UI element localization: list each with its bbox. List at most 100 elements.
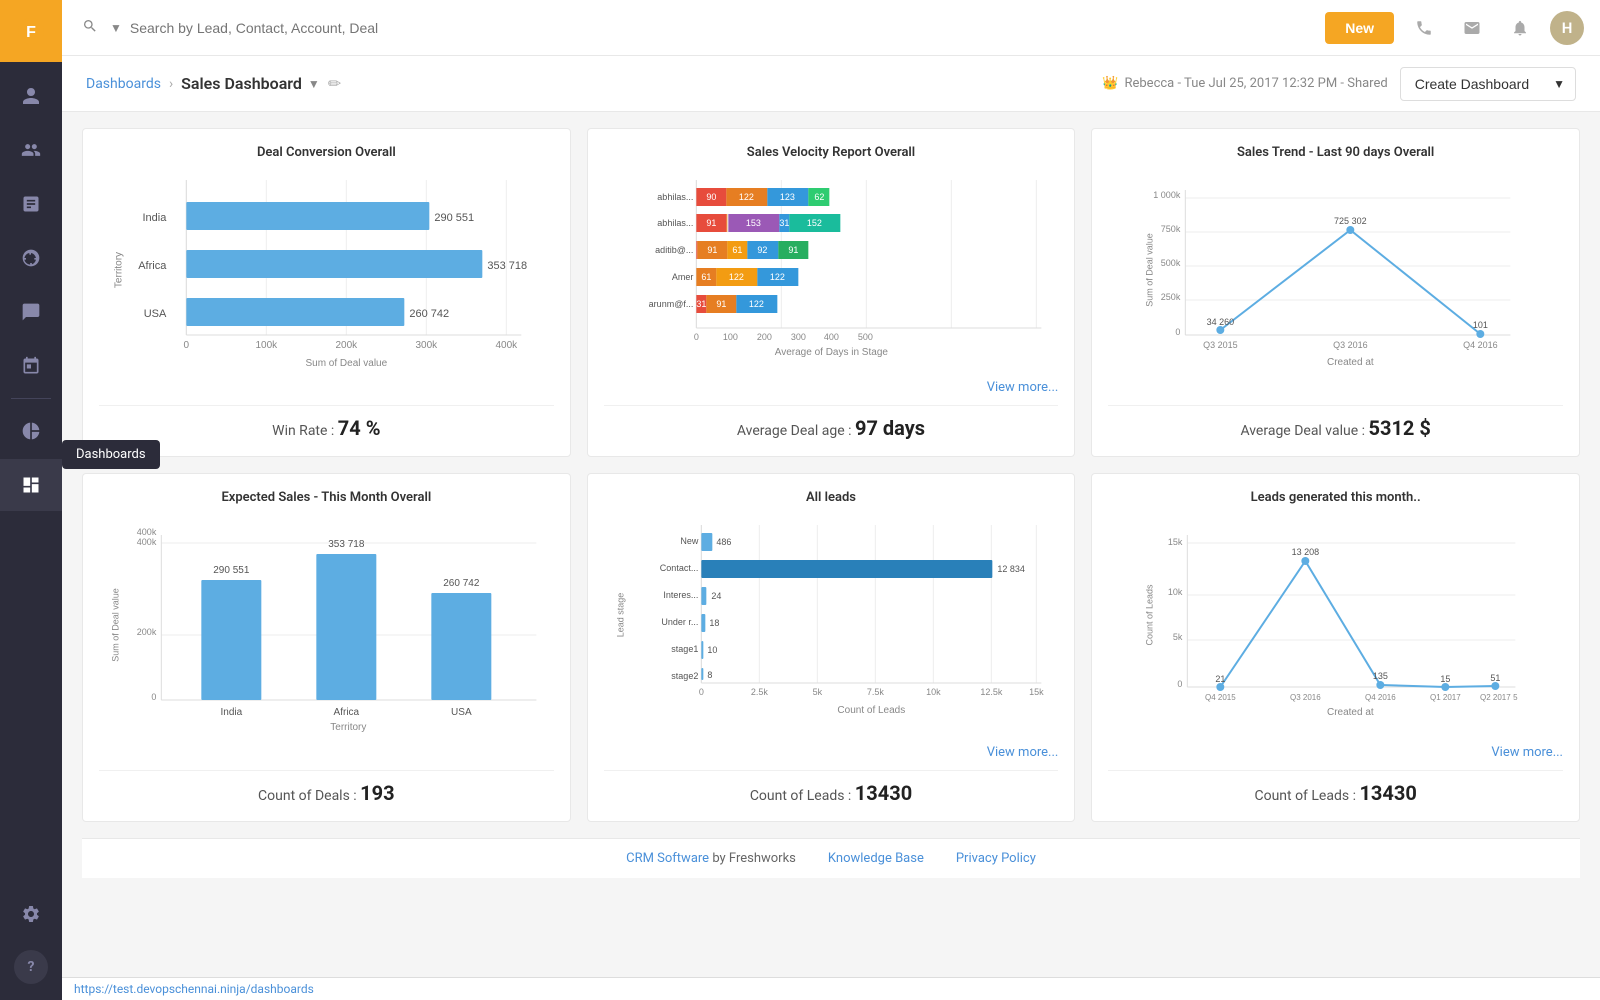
expected-sales-title: Expected Sales - This Month Overall [99, 490, 554, 505]
svg-text:Q1 2017: Q1 2017 [1430, 693, 1461, 702]
svg-text:15: 15 [1441, 674, 1451, 684]
svg-text:7.5k: 7.5k [866, 687, 884, 697]
svg-text:USA: USA [451, 707, 472, 718]
sidebar-item-leads[interactable] [0, 124, 62, 176]
dashboard-content: Deal Conversion Overall Territory [62, 112, 1600, 977]
svg-text:486: 486 [716, 537, 731, 547]
svg-text:200k: 200k [335, 340, 358, 351]
footer-by-freshworks: by Freshworks [712, 851, 796, 866]
svg-text:Africa: Africa [138, 260, 167, 272]
svg-text:Q3 2016: Q3 2016 [1290, 693, 1321, 702]
svg-text:5k: 5k [1173, 632, 1183, 642]
svg-text:Interes...: Interes... [663, 590, 698, 600]
svg-text:0: 0 [1176, 327, 1181, 337]
avg-deal-value-label: Average Deal value : [1240, 423, 1365, 439]
breadcrumb-dropdown-icon[interactable]: ▼ [308, 77, 320, 91]
svg-text:122: 122 [769, 272, 784, 282]
sales-velocity-view-more[interactable]: View more... [604, 380, 1059, 395]
mail-icon[interactable] [1454, 10, 1490, 46]
breadcrumb-separator: › [169, 76, 173, 92]
avg-deal-age-label: Average Deal age : [737, 423, 852, 439]
new-button[interactable]: New [1325, 12, 1394, 44]
deal-conversion-title: Deal Conversion Overall [99, 145, 554, 160]
sidebar-item-calendar[interactable] [0, 340, 62, 392]
sidebar-item-analytics[interactable] [0, 405, 62, 457]
app-logo[interactable]: F [0, 0, 62, 62]
breadcrumb-parent[interactable]: Dashboards [86, 76, 161, 92]
svg-text:Q2 2017: Q2 2017 [1480, 693, 1511, 702]
svg-text:200: 200 [756, 332, 771, 342]
sidebar-divider-1 [11, 398, 51, 399]
leads-generated-title: Leads generated this month.. [1108, 490, 1563, 505]
svg-text:Q4 2016: Q4 2016 [1365, 693, 1396, 702]
svg-text:123: 123 [779, 192, 794, 202]
footer-crm: CRM Software by Freshworks [626, 851, 796, 866]
svg-text:400k: 400k [137, 537, 157, 547]
footer-privacy-link[interactable]: Privacy Policy [956, 851, 1036, 866]
svg-text:F: F [26, 24, 36, 41]
svg-text:Sum of Deal value: Sum of Deal value [305, 358, 387, 369]
crown-icon: 👑 [1102, 76, 1118, 91]
svg-text:Count of Leads: Count of Leads [1145, 584, 1155, 646]
sales-trend-title: Sales Trend - Last 90 days Overall [1108, 145, 1563, 160]
svg-text:0: 0 [184, 340, 190, 351]
svg-text:152: 152 [806, 218, 821, 228]
svg-text:India: India [142, 212, 167, 224]
svg-text:10k: 10k [1168, 587, 1183, 597]
create-dashboard-button[interactable]: Create Dashboard [1401, 68, 1543, 100]
phone-icon[interactable] [1406, 10, 1442, 46]
all-leads-view-more[interactable]: View more... [604, 745, 1059, 760]
search-icon[interactable] [78, 14, 102, 42]
sidebar-item-reports[interactable] [0, 178, 62, 230]
breadcrumb-right: 👑 Rebecca - Tue Jul 25, 2017 12:32 PM - … [1102, 67, 1576, 101]
sidebar-item-dashboards[interactable] [0, 459, 62, 511]
svg-text:31: 31 [696, 299, 706, 309]
svg-text:91: 91 [716, 299, 726, 309]
svg-text:250k: 250k [1161, 292, 1181, 302]
sidebar-item-help[interactable]: ? [14, 950, 48, 984]
sidebar-item-chat[interactable] [0, 286, 62, 338]
sales-trend-chart: Sum of Deal value 0 250k 500k 750k 1 000… [1108, 170, 1563, 395]
avatar[interactable]: H [1550, 11, 1584, 45]
svg-text:aditib@...: aditib@... [655, 245, 693, 255]
sidebar-item-settings[interactable] [0, 888, 62, 940]
svg-text:51: 51 [1491, 673, 1501, 683]
create-dashboard-dropdown[interactable]: ▼ [1543, 68, 1575, 100]
avg-deal-value-value: 5312 $ [1369, 416, 1431, 440]
edit-icon[interactable]: ✏ [328, 74, 341, 93]
footer-crm-link[interactable]: CRM Software [626, 851, 709, 866]
svg-text:260 742: 260 742 [409, 308, 449, 320]
breadcrumb-current[interactable]: Sales Dashboard ▼ [181, 74, 320, 93]
svg-text:Q4 2015: Q4 2015 [1205, 693, 1236, 702]
search-dropdown-icon[interactable]: ▼ [110, 21, 122, 35]
svg-text:Sum of Deal value: Sum of Deal value [1145, 233, 1155, 307]
svg-text:Average of Days in Stage: Average of Days in Stage [774, 347, 888, 358]
svg-text:0: 0 [698, 687, 703, 697]
svg-text:13 208: 13 208 [1292, 547, 1320, 557]
leads-generated-view-more[interactable]: View more... [1108, 745, 1563, 760]
sidebar-item-contacts[interactable] [0, 70, 62, 122]
sidebar-item-deals[interactable] [0, 232, 62, 284]
svg-text:400k: 400k [137, 527, 157, 537]
svg-text:290 551: 290 551 [434, 212, 474, 224]
svg-text:arunm@f...: arunm@f... [648, 299, 693, 309]
footer-kb-link[interactable]: Knowledge Base [828, 851, 924, 866]
svg-text:stage2: stage2 [671, 671, 698, 681]
expected-sales-card: Expected Sales - This Month Overall Sum … [82, 473, 571, 822]
count-deals-stat: Count of Deals : 193 [99, 770, 554, 805]
avg-deal-value-stat: Average Deal value : 5312 $ [1108, 405, 1563, 440]
svg-text:Count of Leads: Count of Leads [837, 705, 905, 716]
deal-conversion-chart: Territory 290 551 [99, 170, 554, 395]
page-footer: CRM Software by Freshworks Knowledge Bas… [82, 838, 1580, 878]
svg-text:USA: USA [144, 308, 167, 320]
bell-icon[interactable] [1502, 10, 1538, 46]
breadcrumb-bar: Dashboards › Sales Dashboard ▼ ✏ 👑 Rebec… [62, 56, 1600, 112]
sales-velocity-title: Sales Velocity Report Overall [604, 145, 1059, 160]
search-input[interactable] [130, 20, 1317, 36]
svg-text:353 718: 353 718 [328, 539, 365, 550]
svg-text:90: 90 [706, 192, 716, 202]
svg-text:1 000k: 1 000k [1154, 190, 1182, 200]
create-dashboard-container: Create Dashboard ▼ [1400, 67, 1576, 101]
leads-generated-chart: Count of Leads 0 5k 10k 15k [1108, 515, 1563, 739]
svg-text:Q3 2015: Q3 2015 [1203, 340, 1238, 350]
